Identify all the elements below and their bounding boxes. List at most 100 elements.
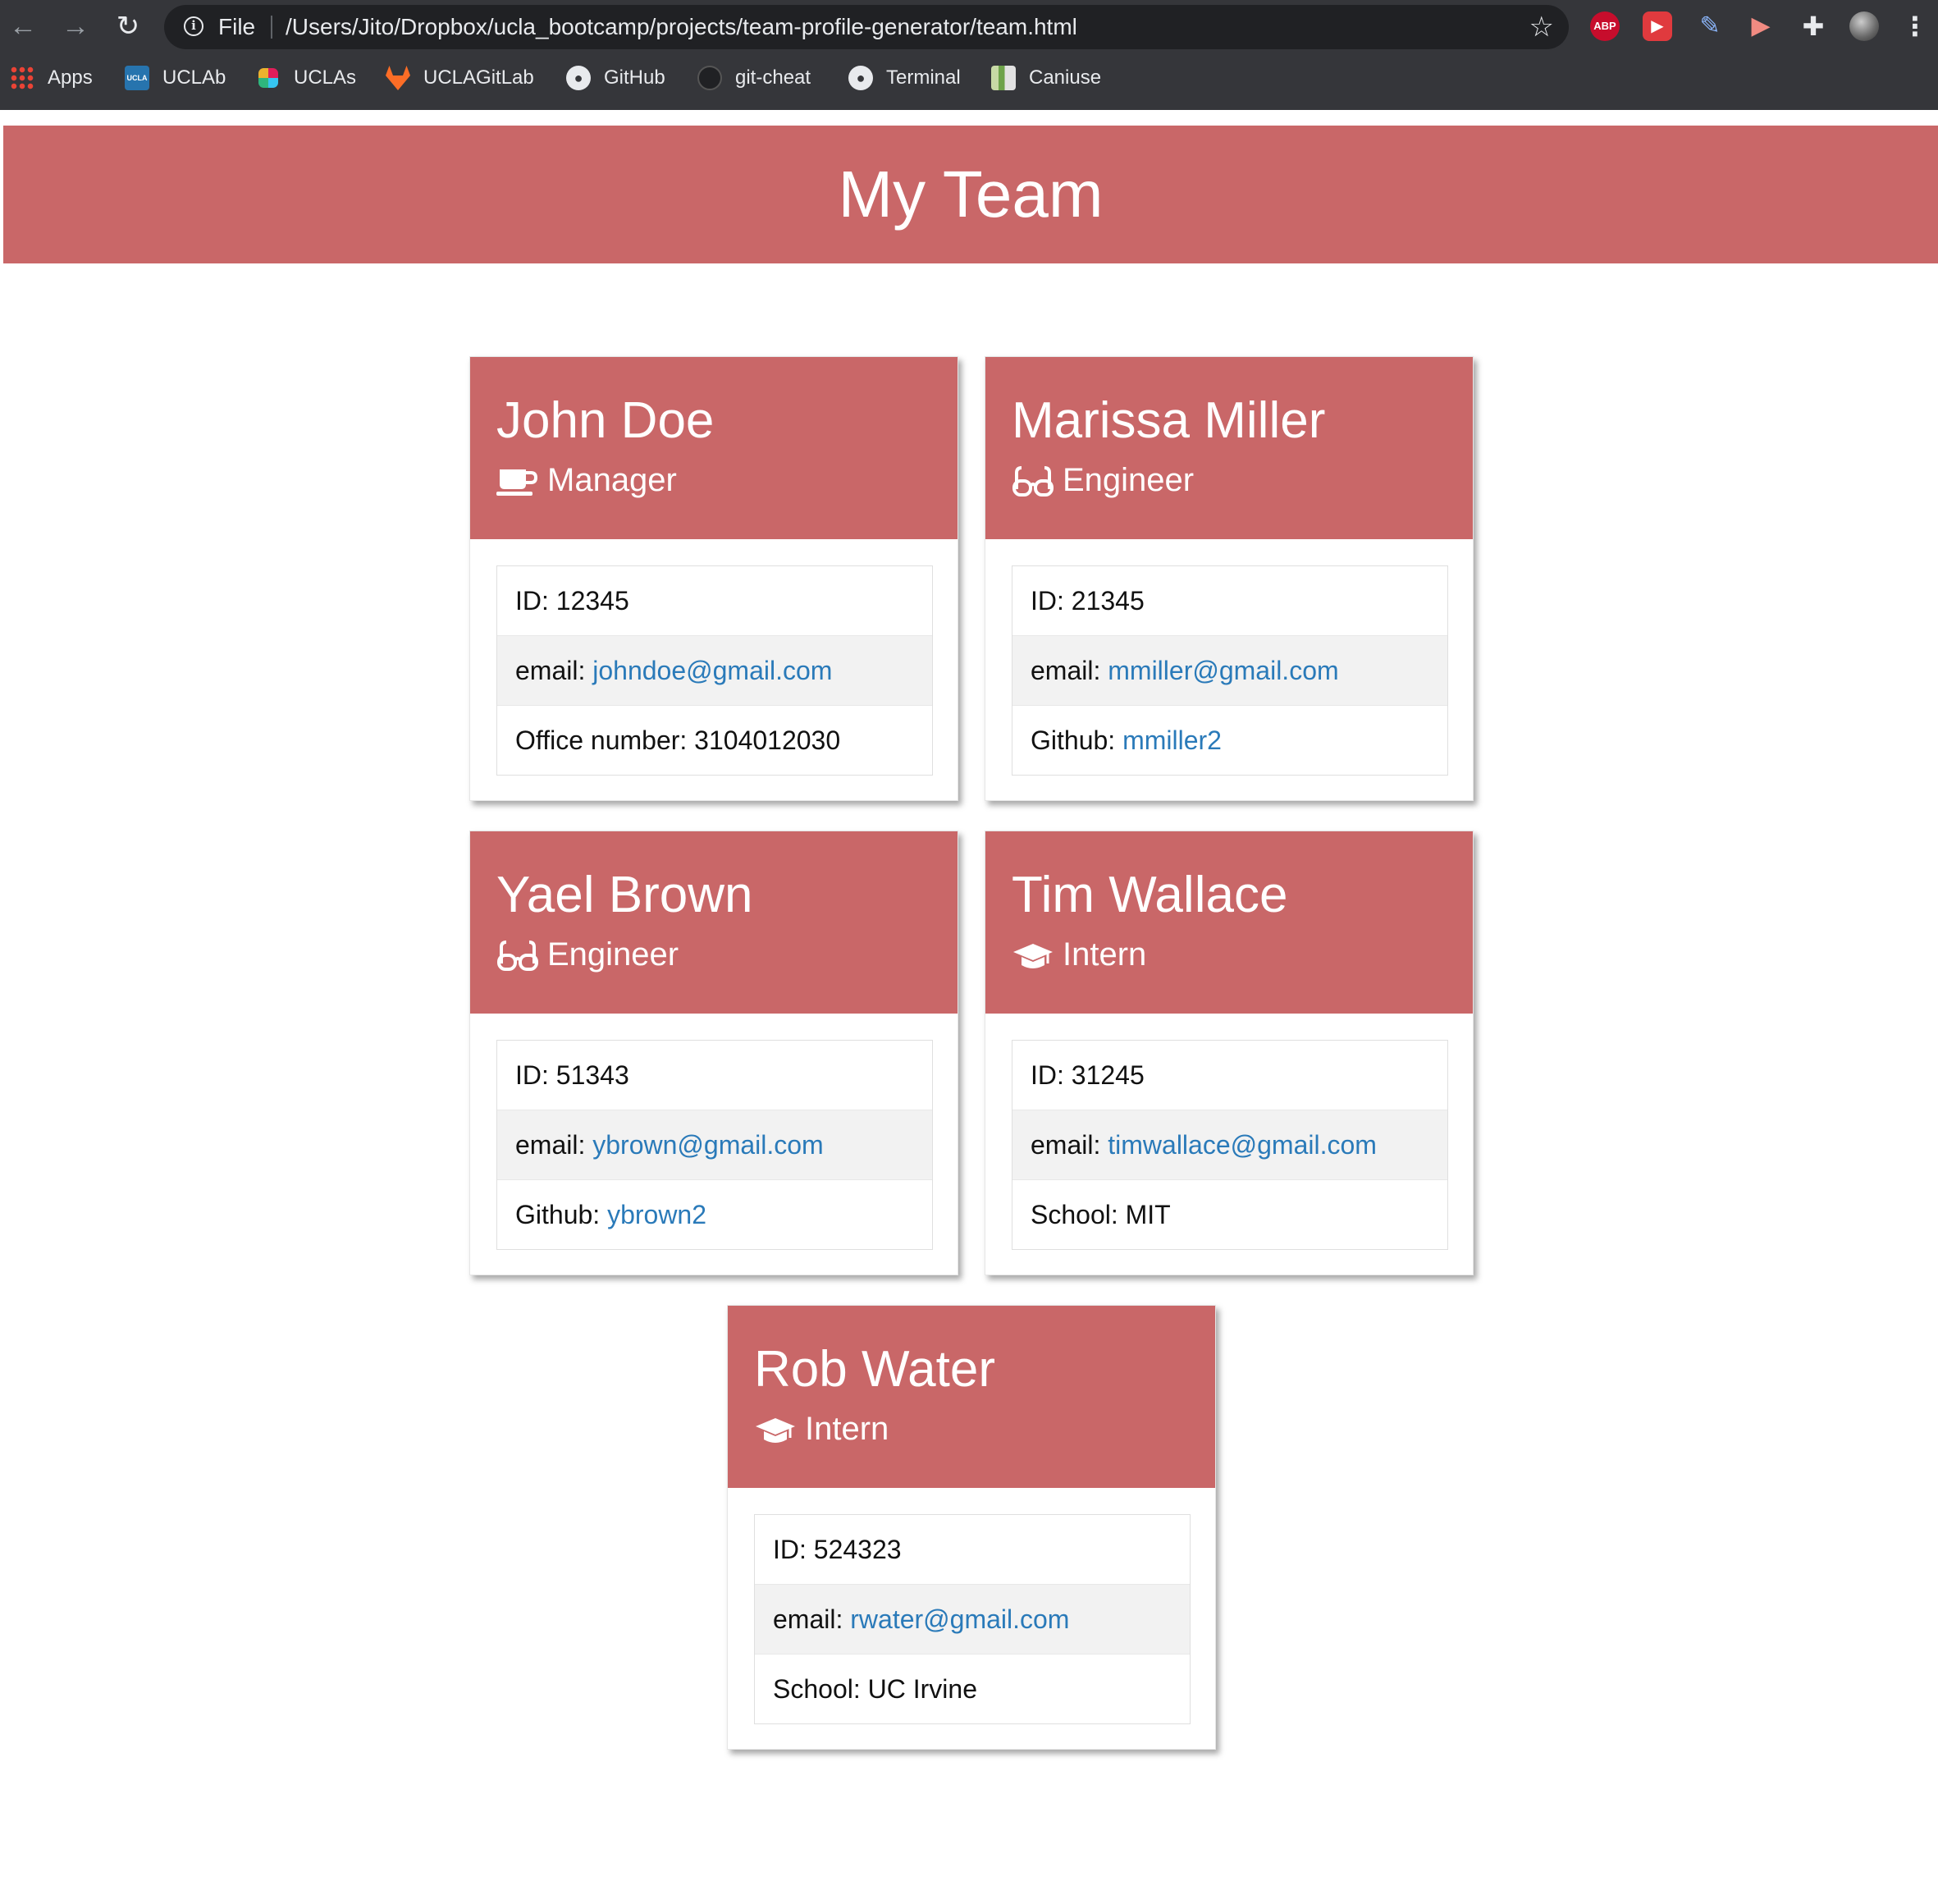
employee-role: Engineer (496, 936, 931, 973)
gitlab-icon (386, 66, 410, 90)
bookmark-apps[interactable]: Apps (10, 57, 93, 98)
bookmark-label: Terminal (886, 66, 961, 89)
employee-card: Rob Water Intern ID: 524323 email: rwate… (727, 1305, 1216, 1750)
email-link[interactable]: ybrown@gmail.com (592, 1130, 823, 1160)
info-list: ID: 21345 email: mmiller@gmail.com Githu… (1012, 565, 1448, 776)
email-link[interactable]: rwater@gmail.com (850, 1604, 1069, 1634)
card-header: John Doe Manager (470, 357, 958, 539)
reload-button[interactable]: ↻ (110, 8, 146, 44)
employee-card: Marissa Miller Engineer ID: 21345 email:… (985, 356, 1474, 801)
github-icon (697, 66, 722, 90)
bookmark-label: UCLAs (294, 66, 357, 89)
bookmark-git-cheat[interactable]: git-cheat (697, 57, 811, 98)
bookmark-terminal[interactable]: ● Terminal (848, 57, 961, 98)
page-title: My Team (838, 158, 1104, 231)
card-header: Yael Brown Engineer (470, 831, 958, 1014)
slack-icon (258, 68, 278, 88)
email-label: email: (515, 1130, 593, 1160)
email-link[interactable]: johndoe@gmail.com (592, 656, 832, 685)
ucla-icon: UCLA (125, 66, 149, 90)
list-item-id: ID: 524323 (755, 1515, 1190, 1585)
bookmark-github[interactable]: ● GitHub (566, 57, 665, 98)
url-text[interactable]: /Users/Jito/Dropbox/ucla_bootcamp/projec… (286, 5, 1077, 49)
list-item-email: email: timwallace@gmail.com (1012, 1110, 1447, 1180)
email-link[interactable]: timwallace@gmail.com (1108, 1130, 1377, 1160)
bookmarks-bar: Apps UCLA UCLAb UCLAs UCLAGitLab ● GitHu… (0, 57, 1938, 98)
list-item-school: School: UC Irvine (755, 1655, 1190, 1723)
github-icon: ● (566, 66, 591, 90)
role-label: Intern (1063, 936, 1147, 973)
card-header: Rob Water Intern (728, 1306, 1215, 1488)
card-header: Tim Wallace Intern (985, 831, 1473, 1014)
employee-card: John Doe Manager ID: 12345 email: johndo… (469, 356, 958, 801)
redirect-extension-icon[interactable]: ▶ (1643, 11, 1672, 41)
email-label: email: (1031, 656, 1108, 685)
email-label: email: (773, 1604, 851, 1634)
bookmark-uclas[interactable]: UCLAs (256, 57, 356, 98)
employee-role: Manager (496, 462, 931, 499)
bookmark-label: git-cheat (735, 66, 811, 89)
bookmark-star-icon[interactable]: ☆ (1529, 5, 1554, 49)
school-value: UC Irvine (867, 1674, 977, 1704)
coffee-mug-icon (496, 469, 538, 496)
id-value: 31245 (1071, 1060, 1145, 1090)
info-list: ID: 524323 email: rwater@gmail.com Schoo… (754, 1514, 1191, 1724)
id-label: ID: (515, 586, 556, 616)
bookmark-caniuse[interactable]: Caniuse (991, 57, 1101, 98)
email-link[interactable]: mmiller@gmail.com (1108, 656, 1338, 685)
graduation-cap-icon (756, 1417, 795, 1443)
info-list: ID: 51343 email: ybrown@gmail.com Github… (496, 1040, 933, 1250)
list-item-id: ID: 12345 (497, 566, 932, 636)
github-icon: ● (848, 66, 873, 90)
bookmark-uclagitlab[interactable]: UCLAGitLab (386, 57, 534, 98)
profile-avatar[interactable] (1849, 11, 1879, 41)
id-value: 524323 (813, 1535, 902, 1564)
list-item-email: email: rwater@gmail.com (755, 1585, 1190, 1655)
role-label: Engineer (547, 936, 679, 973)
employee-name: John Doe (496, 392, 715, 449)
employee-card: Tim Wallace Intern ID: 31245 email: timw… (985, 831, 1474, 1275)
list-item-email: email: johndoe@gmail.com (497, 636, 932, 706)
list-item-school: School: MIT (1012, 1180, 1447, 1249)
github-label: Github: (1031, 725, 1123, 755)
github-link[interactable]: ybrown2 (607, 1200, 706, 1229)
employee-role: Intern (1012, 936, 1447, 973)
bookmark-uclab[interactable]: UCLA UCLAb (125, 57, 226, 98)
employee-card: Yael Brown Engineer ID: 51343 email: ybr… (469, 831, 958, 1275)
video-extension-icon[interactable]: ▶ (1746, 11, 1776, 41)
school-label: School: (1031, 1200, 1126, 1229)
browser-chrome: ← → ↻ i File /Users/Jito/Dropbox/ucla_bo… (0, 0, 1938, 110)
forward-button[interactable]: → (57, 8, 94, 44)
list-item-github: Github: mmiller2 (1012, 706, 1447, 775)
kebab-menu-icon[interactable]: ⋮ (1902, 11, 1928, 41)
bookmark-label: Apps (48, 66, 93, 89)
bookmark-label: Caniuse (1029, 66, 1102, 89)
adblock-extension-icon[interactable]: ABP (1590, 11, 1620, 41)
employee-name: Marissa Miller (1012, 392, 1326, 449)
employee-name: Yael Brown (496, 867, 753, 923)
graduation-cap-icon (1013, 943, 1053, 968)
email-label: email: (515, 656, 593, 685)
extensions-puzzle-icon[interactable]: ✚ (1799, 11, 1828, 41)
bookmark-label: GitHub (604, 66, 665, 89)
employee-name: Tim Wallace (1012, 867, 1288, 923)
page-header: My Team (3, 126, 1938, 263)
back-button[interactable]: ← (5, 8, 41, 44)
list-item-id: ID: 31245 (1012, 1041, 1447, 1110)
role-label: Engineer (1063, 462, 1195, 498)
id-label: ID: (773, 1535, 814, 1564)
scheme-label: File (218, 14, 256, 39)
github-link[interactable]: mmiller2 (1122, 725, 1222, 755)
id-label: ID: (1031, 586, 1072, 616)
caniuse-icon (991, 66, 1016, 90)
address-bar[interactable]: i File /Users/Jito/Dropbox/ucla_bootcamp… (164, 5, 1569, 49)
bookmark-label: UCLAGitLab (423, 66, 534, 89)
bookmark-label: UCLAb (162, 66, 226, 89)
list-item-email: email: mmiller@gmail.com (1012, 636, 1447, 706)
id-value: 21345 (1071, 586, 1145, 616)
info-icon[interactable]: i (184, 16, 203, 36)
school-value: MIT (1125, 1200, 1171, 1229)
id-label: ID: (1031, 1060, 1072, 1090)
pen-extension-icon[interactable]: ✎ (1695, 11, 1725, 41)
github-label: Github: (515, 1200, 608, 1229)
